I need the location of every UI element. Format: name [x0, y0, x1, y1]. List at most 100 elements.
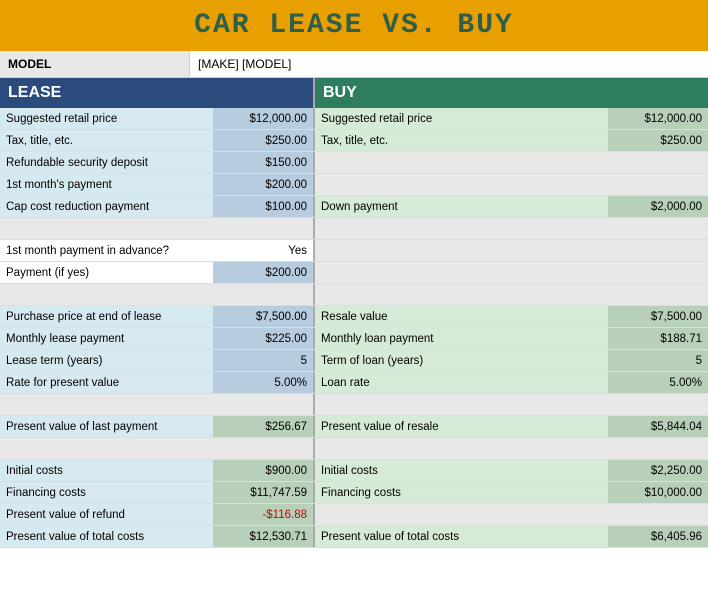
buy-side: Tax, title, etc.$250.00: [315, 130, 708, 151]
lease-side: Payment (if yes)$200.00: [0, 262, 315, 283]
buy-row-value: $2,000.00: [608, 196, 708, 217]
lease-row-value: 5.00%: [213, 372, 313, 393]
lease-row-label: Rate for present value: [0, 372, 213, 393]
buy-side: [315, 394, 708, 415]
table-row: Present value of refund-$116.88: [0, 504, 708, 526]
buy-row-value: [608, 262, 708, 283]
buy-row-value: $10,000.00: [608, 482, 708, 503]
buy-side: [315, 218, 708, 239]
lease-column: LEASE: [0, 78, 315, 108]
lease-side: Initial costs$900.00: [0, 460, 315, 481]
lease-side: Cap cost reduction payment$100.00: [0, 196, 315, 217]
buy-row-label: Term of loan (years): [315, 350, 608, 371]
lease-row-label: Financing costs: [0, 482, 213, 503]
table-row: Present value of total costs$12,530.71Pr…: [0, 526, 708, 548]
model-label: MODEL: [0, 51, 190, 77]
lease-row-label: Monthly lease payment: [0, 328, 213, 349]
buy-row-label: [315, 218, 608, 239]
buy-side: Loan rate5.00%: [315, 372, 708, 393]
model-row: MODEL [MAKE] [MODEL]: [0, 51, 708, 78]
lease-row-label: Suggested retail price: [0, 108, 213, 129]
lease-row-value: [213, 284, 313, 305]
buy-row-value: $250.00: [608, 130, 708, 151]
buy-row-label: [315, 152, 608, 173]
lease-side: 1st month's payment$200.00: [0, 174, 315, 195]
table-row: Lease term (years)5Term of loan (years)5: [0, 350, 708, 372]
buy-row-label: [315, 262, 608, 283]
lease-row-value: $7,500.00: [213, 306, 313, 327]
buy-row-label: Loan rate: [315, 372, 608, 393]
buy-row-value: [608, 394, 708, 415]
lease-side: Lease term (years)5: [0, 350, 315, 371]
lease-row-label: [0, 218, 213, 239]
buy-row-label: Down payment: [315, 196, 608, 217]
buy-row-label: Monthly loan payment: [315, 328, 608, 349]
lease-side: Purchase price at end of lease$7,500.00: [0, 306, 315, 327]
buy-side: [315, 262, 708, 283]
table-row: Payment (if yes)$200.00: [0, 262, 708, 284]
buy-row-label: [315, 174, 608, 195]
lease-row-label: Refundable security deposit: [0, 152, 213, 173]
model-value: [MAKE] [MODEL]: [190, 51, 708, 77]
lease-side: Tax, title, etc.$250.00: [0, 130, 315, 151]
buy-column: BUY: [315, 78, 708, 108]
lease-row-value: $256.67: [213, 416, 313, 437]
buy-row-value: [608, 174, 708, 195]
table-row: [0, 284, 708, 306]
lease-side: Present value of total costs$12,530.71: [0, 526, 315, 547]
lease-row-label: 1st month payment in advance?: [0, 240, 213, 261]
buy-row-label: Financing costs: [315, 482, 608, 503]
buy-row-value: [608, 438, 708, 459]
lease-row-label: Payment (if yes): [0, 262, 213, 283]
buy-row-value: 5: [608, 350, 708, 371]
buy-row-value: [608, 240, 708, 261]
lease-row-label: Lease term (years): [0, 350, 213, 371]
buy-header: BUY: [315, 78, 708, 108]
lease-row-label: 1st month's payment: [0, 174, 213, 195]
buy-side: [315, 152, 708, 173]
buy-side: Present value of total costs$6,405.96: [315, 526, 708, 547]
lease-side: Financing costs$11,747.59: [0, 482, 315, 503]
buy-side: Financing costs$10,000.00: [315, 482, 708, 503]
lease-row-label: [0, 438, 213, 459]
rows-container: Suggested retail price$12,000.00Suggeste…: [0, 108, 708, 548]
table-row: Suggested retail price$12,000.00Suggeste…: [0, 108, 708, 130]
lease-row-value: $11,747.59: [213, 482, 313, 503]
buy-row-value: $5,844.04: [608, 416, 708, 437]
lease-row-label: Purchase price at end of lease: [0, 306, 213, 327]
buy-row-value: $2,250.00: [608, 460, 708, 481]
table-row: 1st month's payment$200.00: [0, 174, 708, 196]
lease-side: Present value of last payment$256.67: [0, 416, 315, 437]
lease-row-label: Present value of refund: [0, 504, 213, 525]
table-row: [0, 218, 708, 240]
table-row: Financing costs$11,747.59Financing costs…: [0, 482, 708, 504]
table-row: Present value of last payment$256.67Pres…: [0, 416, 708, 438]
buy-row-label: Present value of total costs: [315, 526, 608, 547]
buy-row-label: Initial costs: [315, 460, 608, 481]
table-row: Monthly lease payment$225.00Monthly loan…: [0, 328, 708, 350]
lease-side: [0, 218, 315, 239]
buy-row-value: [608, 152, 708, 173]
buy-side: [315, 504, 708, 525]
buy-row-value: [608, 218, 708, 239]
buy-row-value: [608, 284, 708, 305]
lease-side: Present value of refund-$116.88: [0, 504, 315, 525]
buy-side: [315, 438, 708, 459]
lease-side: [0, 394, 315, 415]
lease-side: [0, 284, 315, 305]
lease-row-value: -$116.88: [213, 504, 313, 525]
lease-row-value: $200.00: [213, 174, 313, 195]
lease-row-label: Initial costs: [0, 460, 213, 481]
lease-row-value: [213, 394, 313, 415]
lease-row-label: Present value of total costs: [0, 526, 213, 547]
lease-row-label: Cap cost reduction payment: [0, 196, 213, 217]
buy-side: [315, 174, 708, 195]
lease-side: Monthly lease payment$225.00: [0, 328, 315, 349]
lease-row-label: [0, 394, 213, 415]
buy-side: Present value of resale$5,844.04: [315, 416, 708, 437]
buy-side: [315, 284, 708, 305]
main-content: LEASE BUY: [0, 78, 708, 108]
lease-row-value: [213, 218, 313, 239]
table-row: [0, 394, 708, 416]
lease-side: Refundable security deposit$150.00: [0, 152, 315, 173]
